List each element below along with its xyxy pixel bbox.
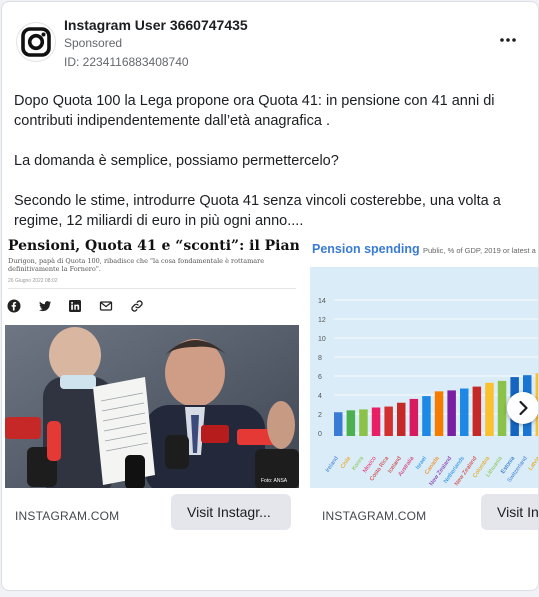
carousel: Pensioni, Quota 41 e “sconti”: il Piano … — [2, 236, 538, 536]
y-tick-label: 10 — [318, 336, 326, 343]
pension-spending-chart: Pension spending Public, % of GDP, 2019 … — [310, 242, 538, 488]
link-icon — [130, 299, 144, 313]
divider — [8, 288, 296, 289]
facebook-icon — [7, 299, 21, 313]
news-subtitle: Durigon, papà di Quota 100, ribadisce ch… — [8, 257, 265, 273]
carousel-card[interactable]: Pensioni, Quota 41 e “sconti”: il Piano … — [5, 236, 301, 536]
chart-bar — [409, 398, 419, 436]
post-paragraph: Secondo le stime, introdurre Quota 41 se… — [14, 193, 501, 229]
visit-instagram-button[interactable]: Visit Ins — [481, 494, 538, 530]
y-tick-label: 2 — [318, 412, 322, 419]
y-tick-label: 4 — [318, 393, 322, 400]
sponsored-label: Sponsored — [64, 36, 123, 50]
chart-bar — [434, 391, 444, 436]
carousel-card[interactable]: Pension spending Public, % of GDP, 2019 … — [310, 236, 538, 536]
twitter-icon — [38, 299, 52, 313]
photo-credit: Foto: ANSA — [261, 478, 288, 484]
chart-bar — [371, 407, 381, 436]
chart-bar — [359, 409, 368, 436]
news-date: 26 Giugno 2022 08:02 — [8, 278, 58, 284]
post-body: Dopo Quota 100 la Lega propone ora Quota… — [14, 91, 519, 251]
y-tick-label: 12 — [318, 317, 326, 324]
y-tick-label: 8 — [318, 355, 322, 362]
chart-bar — [384, 406, 393, 436]
chart-bar — [447, 390, 456, 436]
pension-chart-image[interactable]: Pension spending Public, % of GDP, 2019 … — [310, 236, 538, 488]
chart-title: Pension spending — [312, 242, 420, 256]
post-paragraph: La domanda è semplice, possiamo permette… — [14, 153, 339, 169]
mail-icon — [99, 299, 113, 313]
chart-bar — [397, 402, 406, 436]
card-domain: INSTAGRAM.COM — [322, 509, 427, 523]
chevron-right-icon[interactable] — [507, 392, 538, 424]
card-domain: INSTAGRAM.COM — [15, 509, 120, 523]
chart-bar — [497, 380, 507, 436]
y-tick-label: 14 — [318, 298, 326, 305]
chart-bar — [472, 386, 482, 436]
post-paragraph: Dopo Quota 100 la Lega propone ora Quota… — [14, 93, 495, 129]
more-horizontal-icon[interactable] — [496, 30, 520, 50]
news-photo: Foto: ANSA — [5, 325, 299, 488]
ad-card: Instagram User 3660747435 Sponsored ID: … — [1, 1, 539, 591]
instagram-logo-icon[interactable] — [16, 22, 56, 62]
ad-id: ID: 2234116883408740 — [64, 55, 189, 69]
news-article-image[interactable]: Pensioni, Quota 41 e “sconti”: il Piano … — [5, 236, 299, 488]
y-tick-label: 6 — [318, 374, 322, 381]
y-tick-label: 0 — [318, 431, 322, 438]
news-title: Pensioni, Quota 41 e “sconti”: il Piano … — [8, 238, 299, 254]
visit-instagram-button[interactable]: Visit Instagr... — [171, 494, 291, 530]
account-name[interactable]: Instagram User 3660747435 — [64, 17, 248, 33]
chart-bar — [485, 382, 494, 436]
chart-subtitle: Public, % of GDP, 2019 or latest a — [423, 246, 537, 255]
linkedin-icon — [68, 299, 82, 313]
chart-bar — [422, 396, 431, 436]
chart-bar — [346, 410, 356, 436]
chart-bar — [334, 412, 343, 436]
chart-bar — [460, 388, 469, 436]
